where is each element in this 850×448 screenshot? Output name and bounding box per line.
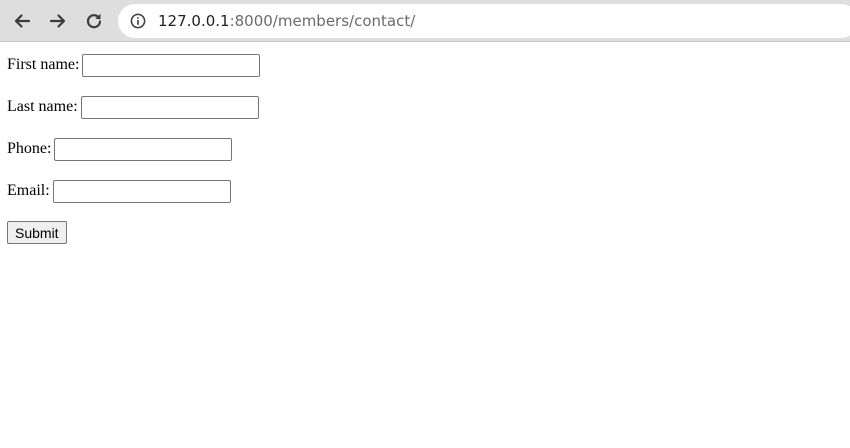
arrow-left-icon [14,14,31,28]
email-field[interactable] [52,179,231,203]
forward-button[interactable] [46,9,70,33]
submit-button[interactable]: Submit [7,221,67,244]
back-button[interactable] [10,9,34,33]
first-name-label: First name: [7,56,80,73]
info-icon[interactable] [130,13,146,29]
phone-row: Phone: [7,137,233,161]
phone-label: Phone: [7,140,52,157]
reload-button[interactable] [82,9,106,33]
url-text[interactable]: 127.0.0.1:8000/members/contact/ [158,11,415,31]
page-content: First name: Last name: Phone: Email: Sub… [0,43,850,448]
reload-icon [86,13,102,29]
phone-field[interactable] [54,137,233,161]
last-name-field[interactable] [80,95,259,119]
browser-toolbar: 127.0.0.1:8000/members/contact/ [0,0,850,42]
email-label: Email: [7,182,50,199]
address-bar[interactable]: 127.0.0.1:8000/members/contact/ [118,4,850,38]
last-name-row: Last name: [7,95,259,119]
email-row: Email: [7,179,231,203]
first-name-field[interactable] [82,53,261,77]
arrow-right-icon [49,14,66,28]
url-path: :8000/members/contact/ [229,12,416,30]
url-host: 127.0.0.1 [158,12,230,30]
first-name-row: First name: [7,53,261,77]
last-name-label: Last name: [7,98,78,115]
